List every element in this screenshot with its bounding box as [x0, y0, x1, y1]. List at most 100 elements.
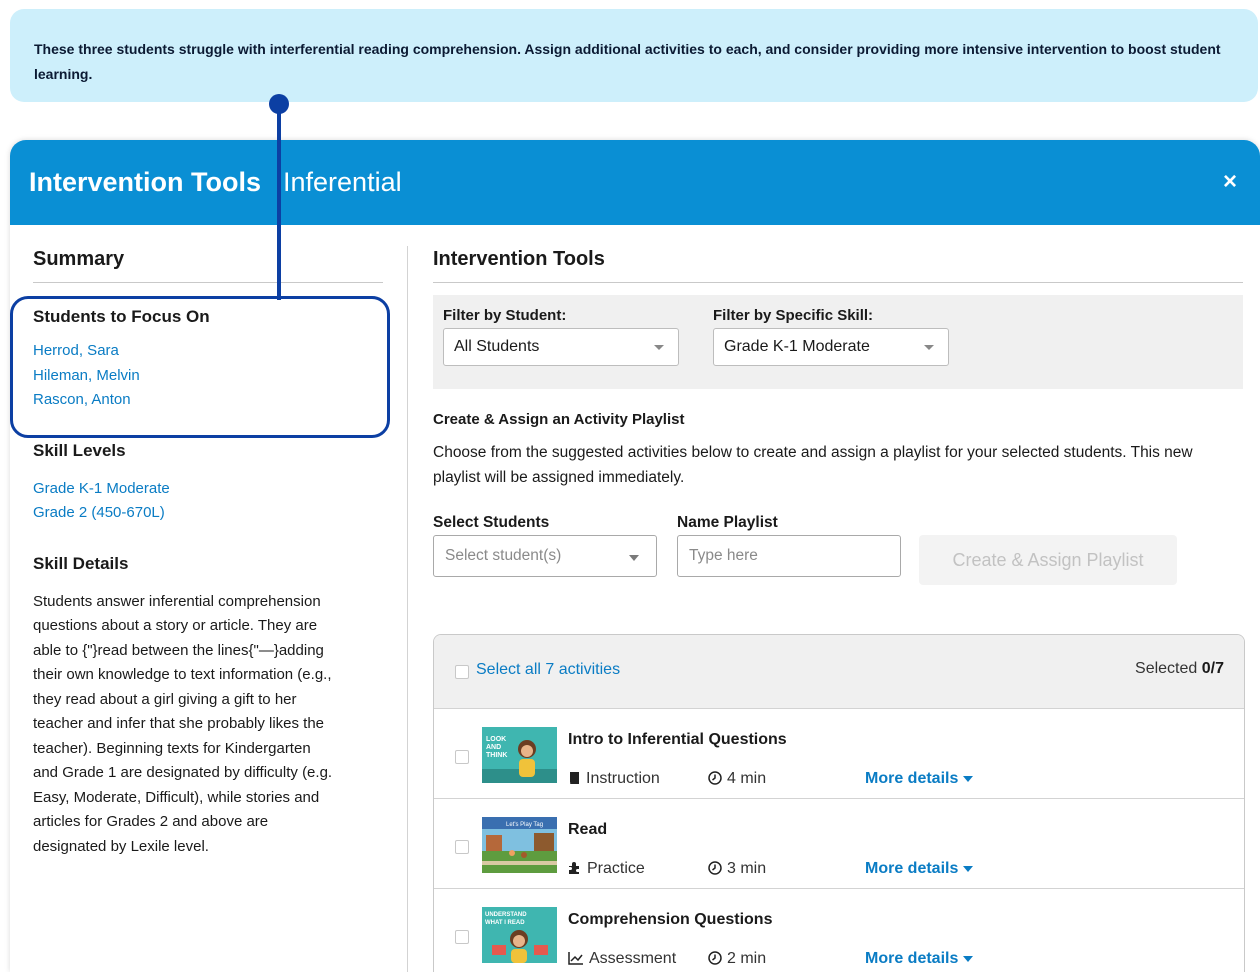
select-all-checkbox[interactable] [455, 665, 469, 679]
intervention-tools-modal: Intervention Tools Inferential × Summary… [10, 140, 1260, 972]
activity-row: Let's Play Tag Read Practice 3 min More … [434, 799, 1244, 889]
student-link-hileman[interactable]: Hileman, Melvin [33, 364, 383, 389]
focus-heading: Students to Focus On [33, 307, 210, 326]
skill-details-heading: Skill Details [33, 553, 129, 573]
selected-prefix: Selected [1135, 660, 1202, 677]
activity-checkbox[interactable] [455, 930, 469, 944]
activity-thumbnail: UNDERSTAND WHAT I READ [482, 907, 557, 963]
clock-icon [708, 950, 722, 968]
chevron-down-icon [654, 345, 664, 350]
activity-duration-label: 2 min [727, 950, 767, 967]
more-details-label: More details [865, 860, 959, 877]
filter-student-select[interactable]: All Students [443, 328, 679, 366]
activity-duration: 4 min [708, 770, 766, 788]
name-playlist-input[interactable] [689, 547, 900, 565]
name-playlist-field[interactable] [677, 535, 901, 577]
book-icon [568, 771, 581, 788]
activity-type: Practice [568, 860, 645, 878]
tools-heading: Intervention Tools [433, 248, 1243, 283]
activity-duration-label: 4 min [727, 770, 767, 787]
select-students-group: Select Students Select student(s) [433, 514, 657, 577]
create-assign-playlist-button[interactable]: Create & Assign Playlist [919, 535, 1177, 585]
activity-checkbox[interactable] [455, 750, 469, 764]
clock-icon [708, 860, 722, 878]
summary-heading: Summary [33, 248, 383, 283]
skill-level-link-k1[interactable]: Grade K-1 Moderate [33, 477, 383, 502]
filter-skill-group: Filter by Specific Skill: Grade K-1 Mode… [713, 307, 949, 366]
activity-checkbox[interactable] [455, 840, 469, 854]
activity-thumbnail: LOOK AND THINK [482, 727, 557, 783]
activity-type-label: Assessment [589, 950, 677, 967]
selected-count: Selected 0/7 [1135, 660, 1224, 678]
svg-text:LOOK: LOOK [486, 736, 506, 743]
selected-count-value: 0/7 [1201, 660, 1224, 677]
select-students-placeholder: Select student(s) [445, 547, 562, 564]
caret-down-icon [963, 955, 974, 962]
clock-icon [708, 770, 722, 788]
summary-panel: Summary Students to Focus On Herrod, Sar… [33, 248, 383, 859]
filter-bar: Filter by Student: All Students Filter b… [433, 295, 1243, 389]
activity-thumbnail: Let's Play Tag [482, 817, 557, 873]
name-playlist-label: Name Playlist [677, 514, 778, 531]
more-details-link[interactable]: More details [865, 770, 974, 788]
activity-duration: 2 min [708, 950, 766, 968]
activity-row: UNDERSTAND WHAT I READ Comprehension Que… [434, 889, 1244, 972]
look-and-think-thumbnail-icon: LOOK AND THINK [482, 727, 557, 783]
puzzle-icon [568, 861, 582, 878]
activity-type: Instruction [568, 770, 660, 788]
more-details-link[interactable]: More details [865, 860, 974, 878]
select-all-link[interactable]: Select all 7 activities [476, 661, 620, 679]
filter-student-label: Filter by Student: [443, 307, 567, 324]
filter-skill-select[interactable]: Grade K-1 Moderate [713, 328, 949, 366]
svg-text:AND: AND [486, 744, 501, 751]
select-students-dropdown[interactable]: Select student(s) [433, 535, 657, 577]
modal-title: Intervention Tools [29, 167, 262, 197]
student-link-rascon[interactable]: Rascon, Anton [33, 388, 383, 413]
select-students-label: Select Students [433, 514, 550, 531]
activity-name: Intro to Inferential Questions [568, 731, 787, 748]
callout-connector-line [277, 104, 281, 300]
svg-text:UNDERSTAND: UNDERSTAND [485, 912, 527, 918]
student-link-herrod[interactable]: Herrod, Sara [33, 339, 383, 364]
svg-text:THINK: THINK [486, 752, 507, 759]
more-details-link[interactable]: More details [865, 950, 974, 968]
skill-levels-heading: Skill Levels [33, 440, 126, 460]
activity-name: Comprehension Questions [568, 911, 773, 928]
activity-row: LOOK AND THINK Intro to Inferential Ques… [434, 709, 1244, 799]
panel-divider [407, 246, 408, 972]
playlist-form: Select Students Select student(s) Name P… [433, 514, 1243, 585]
svg-text:WHAT I READ: WHAT I READ [485, 920, 525, 926]
skill-level-link-grade2[interactable]: Grade 2 (450-670L) [33, 501, 383, 526]
svg-text:Let's Play Tag: Let's Play Tag [506, 822, 543, 828]
story-illustration-thumbnail-icon: Let's Play Tag [482, 817, 557, 873]
more-details-label: More details [865, 950, 959, 967]
create-playlist-title: Create & Assign an Activity Playlist [433, 411, 685, 428]
activities-list-header: Select all 7 activities Selected 0/7 [434, 635, 1244, 709]
create-playlist-description: Choose from the suggested activities bel… [433, 444, 1193, 486]
caret-down-icon [963, 775, 974, 782]
filter-student-group: Filter by Student: All Students [443, 307, 679, 366]
callout-text: These three students struggle with inter… [34, 41, 1221, 82]
modal-subtitle: Inferential [283, 167, 402, 197]
activity-duration: 3 min [708, 860, 766, 878]
activity-name: Read [568, 821, 608, 838]
activity-duration-label: 3 min [727, 860, 767, 877]
intervention-tools-panel: Intervention Tools Filter by Student: Al… [433, 248, 1243, 585]
activity-type: Assessment [568, 950, 676, 968]
activity-type-label: Instruction [586, 770, 660, 787]
filter-skill-label: Filter by Specific Skill: [713, 307, 874, 324]
skill-details-text: Students answer inferential comprehensio… [33, 592, 333, 855]
close-icon[interactable]: × [1218, 170, 1242, 194]
name-playlist-group: Name Playlist [677, 514, 901, 577]
chart-icon [568, 951, 584, 968]
activity-type-label: Practice [587, 860, 645, 877]
modal-header: Intervention Tools Inferential × [10, 140, 1260, 225]
callout-tooltip: These three students struggle with inter… [10, 9, 1258, 102]
understand-what-i-read-thumbnail-icon: UNDERSTAND WHAT I READ [482, 907, 557, 963]
filter-skill-value: Grade K-1 Moderate [724, 338, 870, 355]
chevron-down-icon [629, 555, 639, 561]
filter-student-value: All Students [454, 338, 540, 355]
caret-down-icon [963, 865, 974, 872]
more-details-label: More details [865, 770, 959, 787]
activities-list: Select all 7 activities Selected 0/7 LOO… [433, 634, 1245, 972]
